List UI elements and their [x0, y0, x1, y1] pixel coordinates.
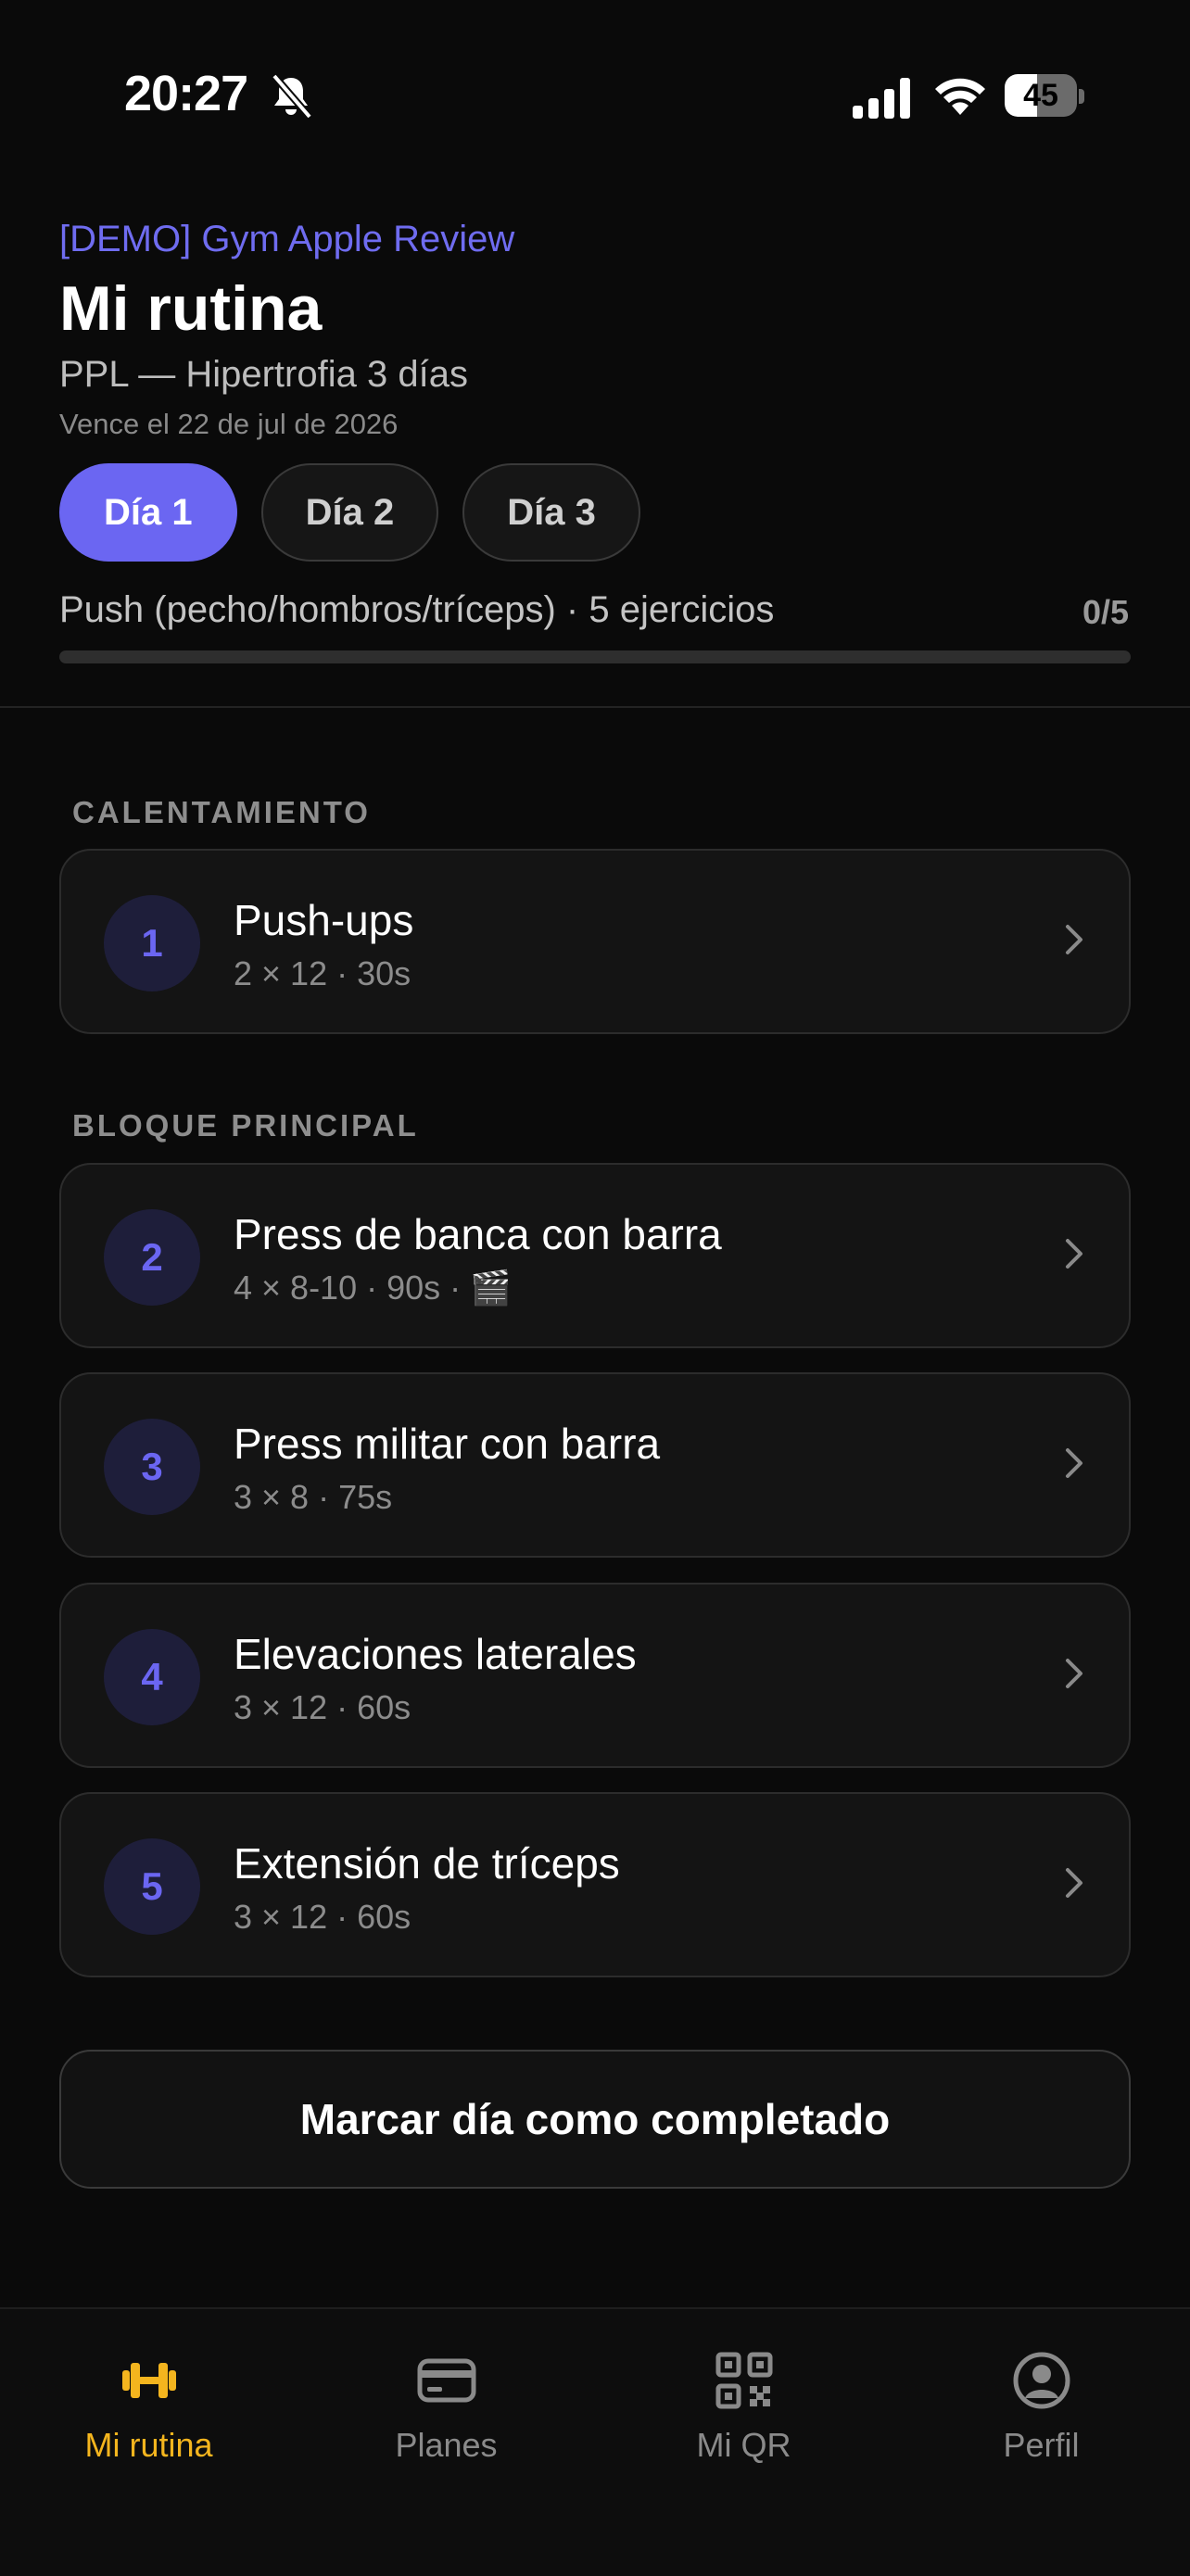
- nav-label: Perfil: [1003, 2426, 1080, 2464]
- chevron-right-icon: [1066, 925, 1082, 954]
- card-icon: [417, 2358, 476, 2403]
- chevron-right-icon: [1066, 1868, 1082, 1898]
- exercise-details: 3 × 12 · 60s: [234, 1688, 411, 1726]
- completed-count: 0/5: [1082, 593, 1129, 631]
- nav-item-planes[interactable]: Planes: [298, 2309, 595, 2494]
- exercise-number: 2: [104, 1209, 200, 1306]
- day-summary: Push (pecho/hombros/tríceps) · 5 ejercic…: [59, 589, 775, 630]
- nav-label: Mi rutina: [84, 2426, 213, 2464]
- exercise-details: 3 × 12 · 60s: [234, 1898, 411, 1936]
- section-title-warmup: CALENTAMIENTO: [72, 795, 371, 829]
- tab-day-3[interactable]: Día 3: [462, 463, 640, 562]
- page-title: Mi rutina: [59, 273, 323, 344]
- qr-code-icon: [715, 2352, 773, 2409]
- signal-icon: [853, 78, 910, 119]
- divider: [0, 706, 1190, 708]
- exercise-details: 3 × 8 · 75s: [234, 1478, 393, 1516]
- dumbbell-icon: [122, 2363, 176, 2398]
- day-tabs: Día 1 Día 2 Día 3: [59, 463, 640, 562]
- battery-icon: 45: [1005, 74, 1084, 119]
- mark-day-complete-button[interactable]: Marcar día como completado: [59, 2050, 1131, 2189]
- exercise-number: 4: [104, 1629, 200, 1725]
- chevron-right-icon: [1066, 1239, 1082, 1269]
- exercise-card[interactable]: 5 Extensión de tríceps 3 × 12 · 60s: [59, 1792, 1131, 1977]
- exercise-details: 2 × 12 · 30s: [234, 954, 411, 992]
- gym-name: [DEMO] Gym Apple Review: [59, 219, 515, 259]
- profile-icon: [1013, 2352, 1070, 2409]
- exercise-number: 1: [104, 895, 200, 991]
- exercise-number: 5: [104, 1838, 200, 1935]
- exercise-name: Press de banca con barra: [234, 1210, 722, 1258]
- exercise-details: 4 × 8-10 · 90s · 🎬: [234, 1269, 512, 1307]
- exercise-number: 3: [104, 1419, 200, 1515]
- status-time: 20:27: [124, 66, 248, 121]
- nav-label: Planes: [395, 2426, 498, 2464]
- day-progress-bar: [59, 650, 1131, 663]
- exercise-card[interactable]: 2 Press de banca con barra 4 × 8-10 · 90…: [59, 1163, 1131, 1348]
- nav-item-perfil[interactable]: Perfil: [892, 2309, 1190, 2494]
- bottom-nav: Mi rutina Planes Mi QR Perfil: [0, 2307, 1190, 2576]
- plan-name: PPL — Hipertrofia 3 días: [59, 354, 468, 395]
- nav-label: Mi QR: [696, 2426, 791, 2464]
- exercise-card[interactable]: 4 Elevaciones laterales 3 × 12 · 60s: [59, 1583, 1131, 1768]
- bell-muted-icon: [271, 73, 313, 120]
- chevron-right-icon: [1066, 1659, 1082, 1688]
- wifi-icon: [935, 78, 985, 115]
- nav-item-mi-qr[interactable]: Mi QR: [595, 2309, 892, 2494]
- exercise-card[interactable]: 3 Press militar con barra 3 × 8 · 75s: [59, 1372, 1131, 1558]
- chevron-right-icon: [1066, 1448, 1082, 1478]
- nav-item-mi-rutina[interactable]: Mi rutina: [0, 2309, 298, 2494]
- section-title-main: BLOQUE PRINCIPAL: [72, 1108, 419, 1143]
- status-bar: 20:27 45: [0, 0, 1190, 185]
- battery-level: 45: [1023, 78, 1058, 113]
- exercise-name: Elevaciones laterales: [234, 1630, 637, 1678]
- tab-day-2[interactable]: Día 2: [260, 463, 439, 562]
- expiry-date: Vence el 22 de jul de 2026: [59, 408, 399, 440]
- exercise-name: Push-ups: [234, 896, 414, 944]
- exercise-name: Extensión de tríceps: [234, 1839, 620, 1888]
- exercise-name: Press militar con barra: [234, 1420, 661, 1468]
- exercise-card[interactable]: 1 Push-ups 2 × 12 · 30s: [59, 849, 1131, 1034]
- tab-day-1[interactable]: Día 1: [59, 463, 237, 562]
